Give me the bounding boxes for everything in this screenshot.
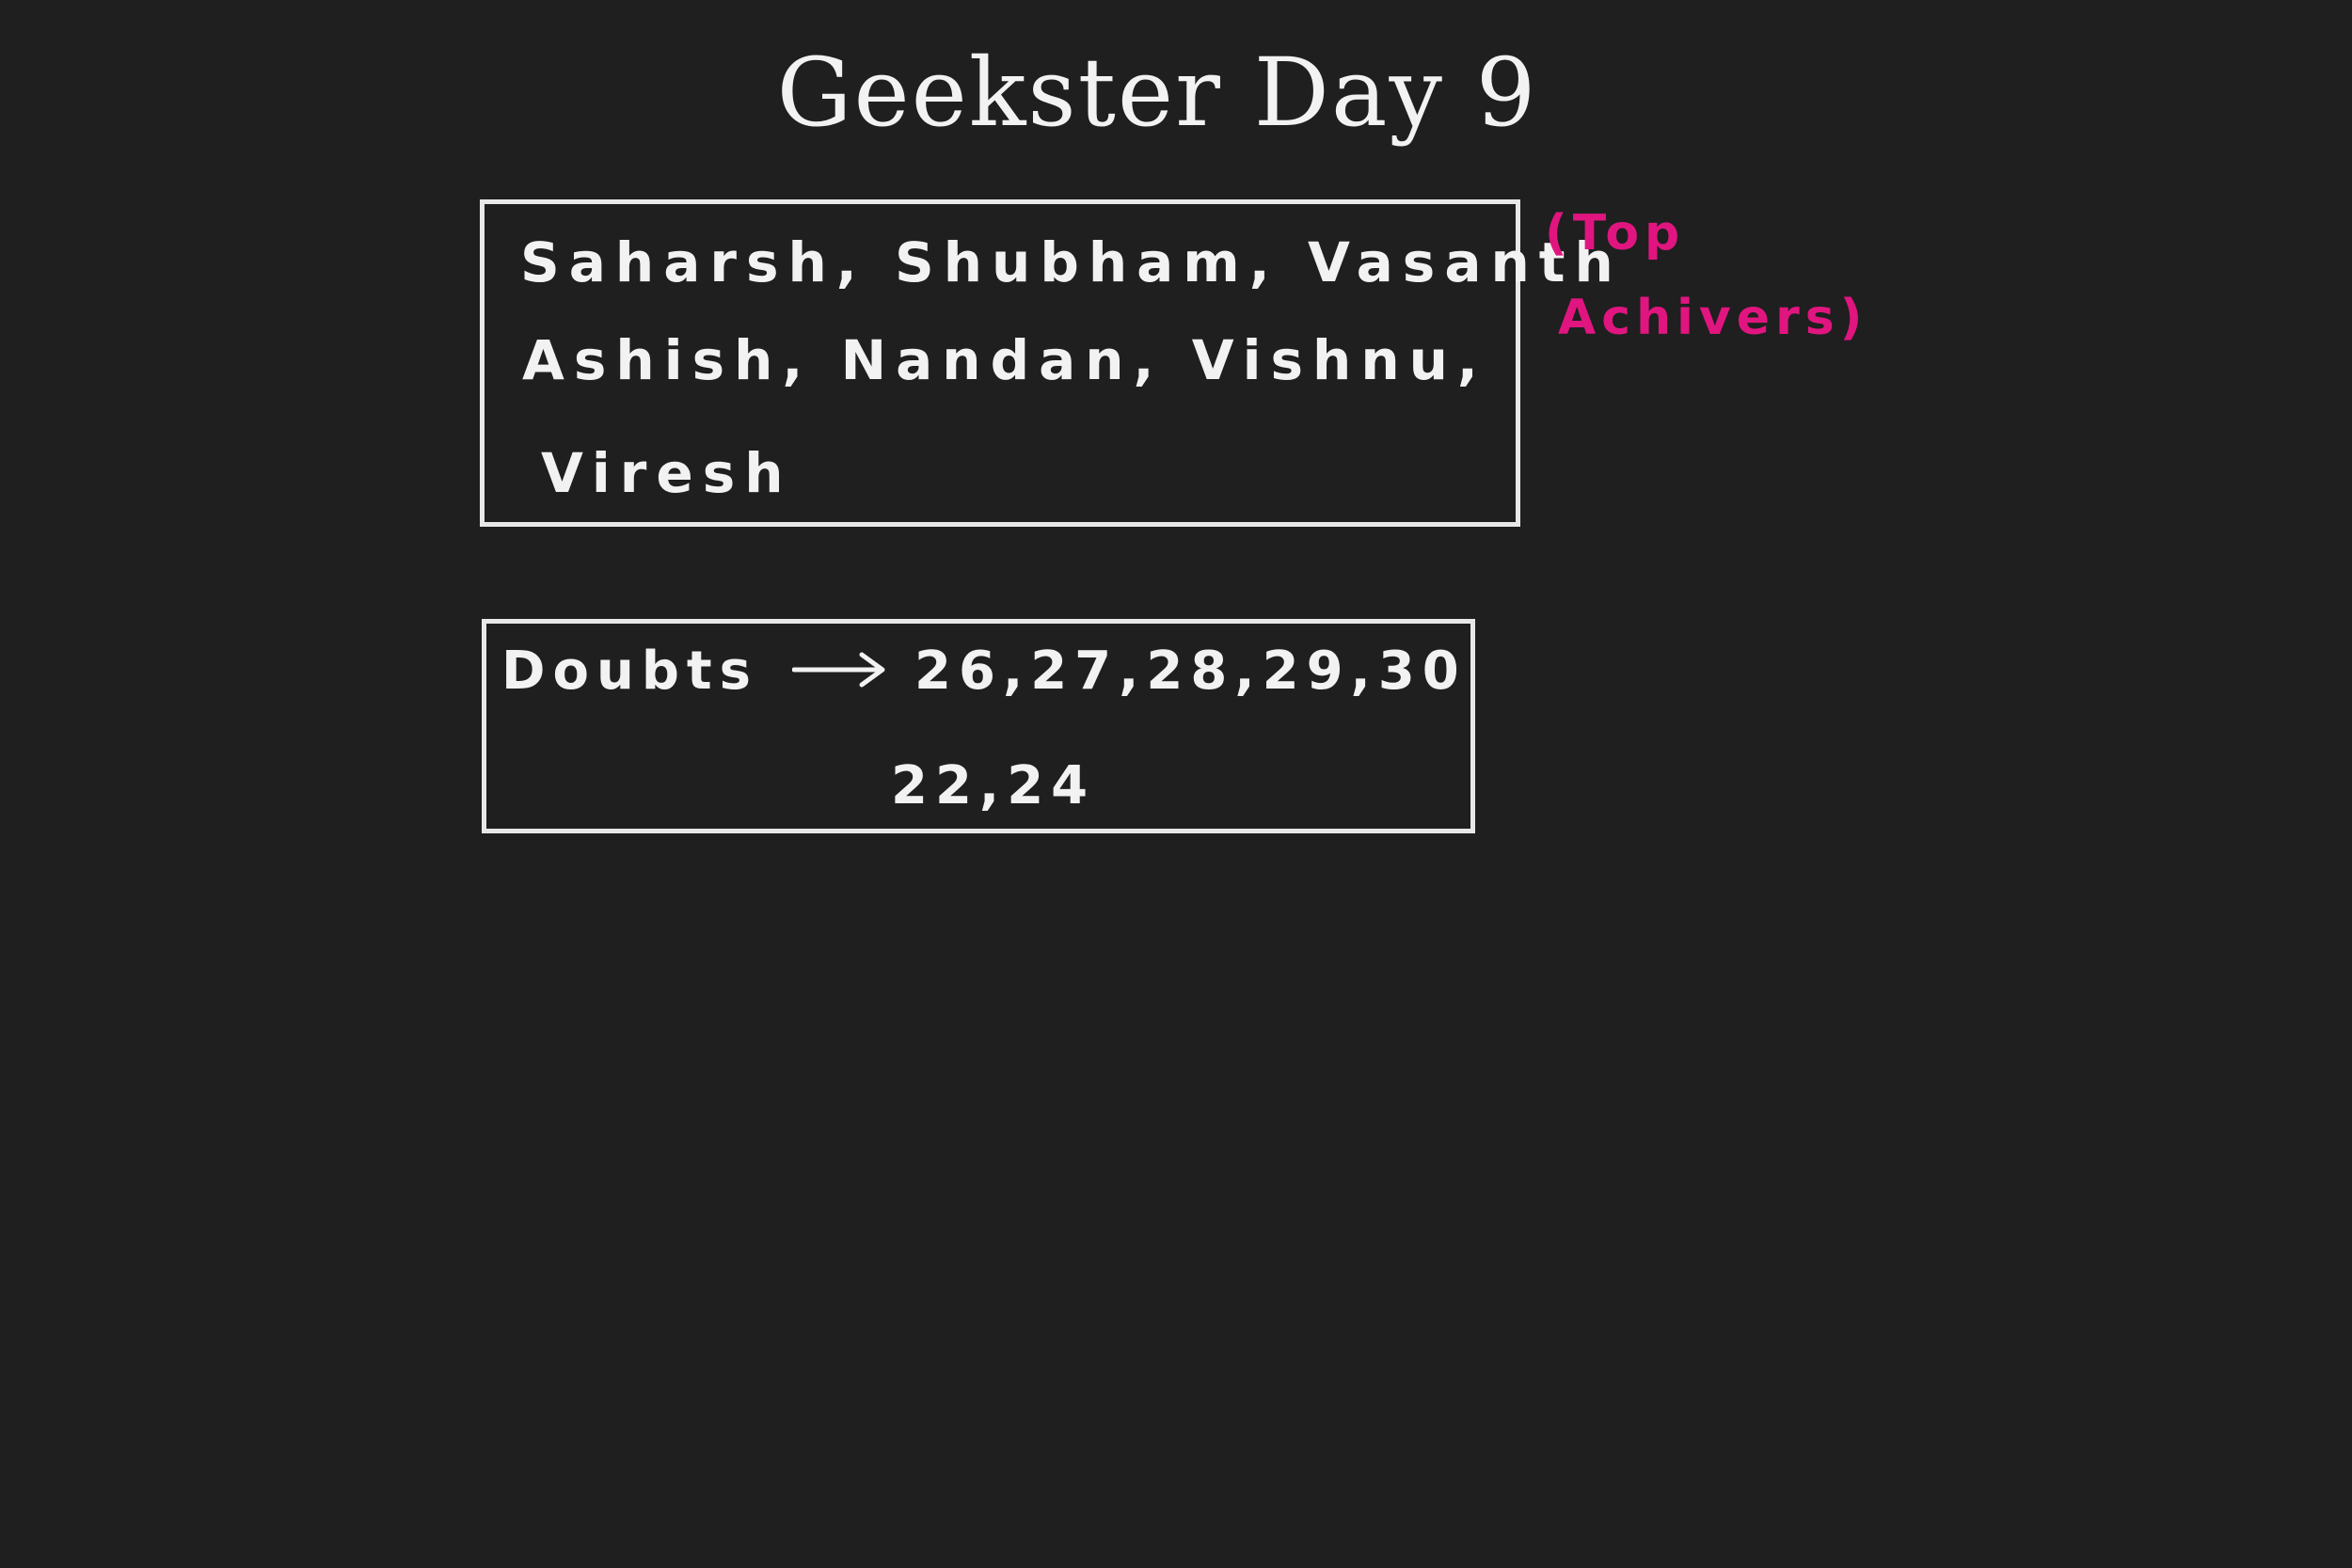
doubts-values-line-2: 22,24 [891,755,1096,816]
top-achievers-line-2: Ashish, Nandan, Vishnu, [522,328,1487,392]
top-achievers-annotation-line-2: Achivers) [1558,290,1868,346]
right-arrow-icon [791,651,886,692]
whiteboard-canvas[interactable]: Geekster Day 9 Saharsh, Shubham, Vasanth… [0,0,2352,1568]
top-achievers-line-1: Saharsh, Shubham, Vasanth [520,230,1623,294]
doubts-box: Doubts 26,27,28,29,30 22,24 [482,619,1475,833]
doubts-label: Doubts [501,641,759,702]
doubts-values-line-1: 26,27,28,29,30 [914,641,1467,702]
top-achievers-annotation-line-1: (Top [1545,205,1686,261]
board-title: Geekster Day 9 [776,38,1538,148]
doubts-row: Doubts 26,27,28,29,30 [501,641,1467,702]
top-achievers-line-3: Viresh [541,441,793,505]
top-achievers-box: Saharsh, Shubham, Vasanth Ashish, Nandan… [480,199,1613,527]
